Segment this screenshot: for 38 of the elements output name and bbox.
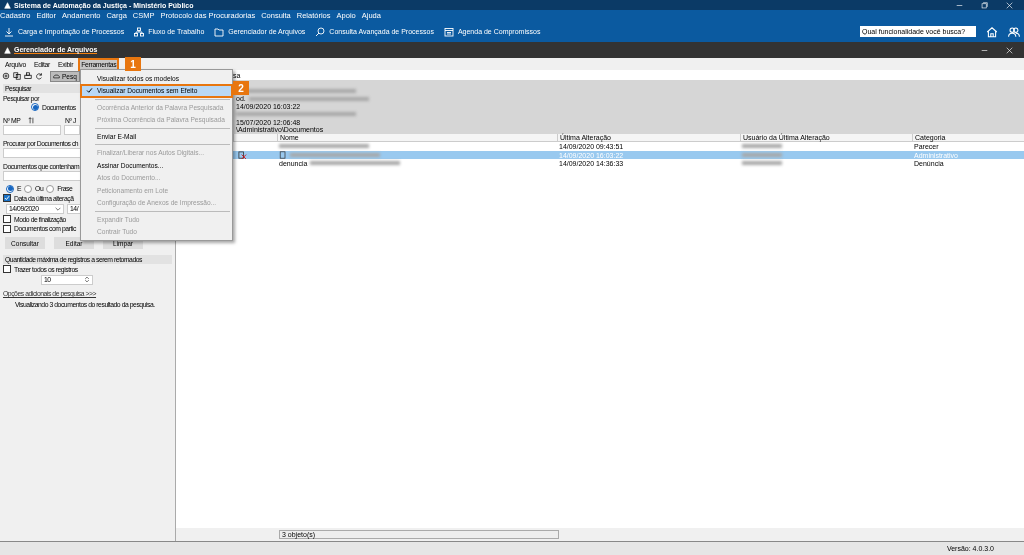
home-icon[interactable] — [986, 25, 998, 38]
blurred-text — [742, 161, 782, 166]
spinner-arrows-icon — [84, 276, 90, 283]
radio-button[interactable] — [6, 184, 14, 193]
radio-button[interactable] — [24, 184, 33, 193]
checkbox[interactable] — [3, 215, 11, 223]
callout-badge: 2 — [233, 81, 249, 95]
sort-icon — [28, 116, 36, 124]
close-icon[interactable] — [1005, 1, 1013, 9]
callout-badge: 1 — [125, 57, 141, 71]
car-icon — [53, 72, 60, 80]
chevron-down-icon — [55, 205, 61, 212]
blurred-text — [742, 144, 782, 149]
calendar-icon — [443, 26, 454, 37]
close-icon[interactable] — [1005, 46, 1013, 54]
checkbox[interactable] — [3, 265, 11, 273]
cancelled-document-icon — [238, 150, 247, 160]
checkbox[interactable] — [3, 194, 11, 202]
app-icon — [4, 46, 11, 54]
document-icon — [279, 151, 287, 159]
checkmark-icon — [86, 87, 93, 95]
restore-icon[interactable] — [980, 1, 988, 9]
hierarchy-icon — [134, 26, 145, 37]
input-field[interactable] — [3, 125, 61, 135]
radio-button[interactable] — [46, 184, 55, 193]
input-field[interactable] — [64, 125, 80, 135]
radio-button[interactable] — [31, 103, 39, 111]
copy-icon[interactable] — [13, 72, 21, 80]
app-icon — [4, 1, 11, 9]
download-icon — [4, 26, 14, 37]
add-icon[interactable] — [2, 72, 10, 80]
folder-icon — [214, 26, 225, 37]
blurred-text — [742, 153, 782, 157]
checkbox[interactable] — [3, 224, 11, 233]
search-icon — [315, 26, 326, 37]
refresh-icon[interactable] — [35, 72, 43, 80]
users-icon[interactable] — [1008, 25, 1020, 38]
printer-icon[interactable] — [24, 72, 32, 80]
